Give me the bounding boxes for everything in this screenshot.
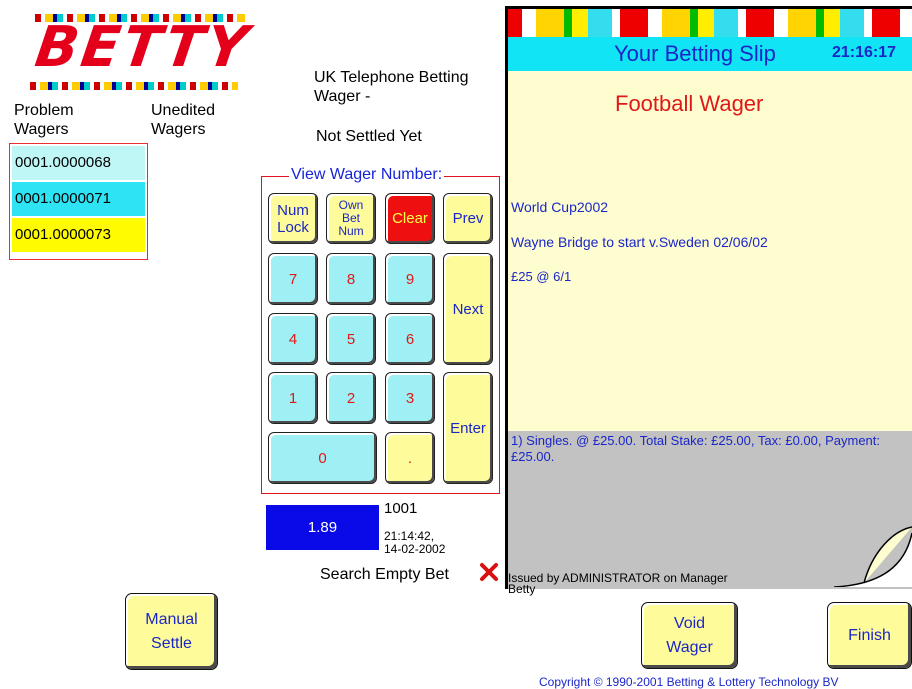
betty-logo: BETTY — [31, 15, 255, 80]
digit-4-key[interactable]: 4 — [268, 313, 318, 365]
issued-by-text: Issued by ADMINISTRATOR on Manager Betty — [508, 573, 728, 596]
problem-wagers-list: 0001.0000068 0001.0000071 0001.0000073 — [9, 143, 148, 260]
search-empty-bet-label: Search Empty Bet — [320, 566, 449, 583]
digit-7-key[interactable]: 7 — [268, 253, 318, 305]
slip-time: 21:16:17 — [832, 44, 897, 61]
digit-6-key[interactable]: 6 — [385, 313, 435, 365]
terminal-amount-display: 1.89 — [266, 505, 379, 550]
clear-key[interactable]: Clear — [385, 193, 435, 244]
digit-2-key[interactable]: 2 — [326, 372, 376, 424]
wager-list-item[interactable]: 0001.0000071 — [12, 182, 145, 216]
terminal-id: 1001 — [384, 500, 418, 517]
slip-summary-area: 1) Singles. @ £25.00. Total Stake: £25.0… — [508, 431, 912, 589]
slip-decorative-band — [508, 9, 912, 37]
num-lock-key[interactable]: Num Lock — [268, 193, 318, 244]
keypad-title: View Wager Number: — [289, 166, 445, 184]
betting-slip: Your Betting Slip 21:16:17 Football Wage… — [505, 6, 912, 589]
manual-settle-button[interactable]: Manual Settle — [125, 593, 218, 670]
digit-8-key[interactable]: 8 — [326, 253, 376, 305]
unedited-wagers-label: Unedited Wagers — [151, 102, 216, 138]
slip-event: World Cup2002 — [511, 199, 609, 215]
terminal-timestamp: 21:14:42, 14-02-2002 — [384, 529, 446, 556]
settlement-status: Not Settled Yet — [316, 128, 422, 145]
decimal-point-key[interactable]: . — [385, 432, 435, 484]
wager-type-title: UK Telephone Betting Wager - — [314, 69, 469, 105]
slip-heading: Football Wager — [615, 91, 764, 116]
void-wager-button[interactable]: Void Wager — [641, 602, 738, 669]
own-bet-num-key[interactable]: Own Bet Num — [326, 193, 376, 244]
logo-band-bottom — [30, 82, 238, 90]
close-icon[interactable] — [479, 562, 499, 582]
digit-9-key[interactable]: 9 — [385, 253, 435, 305]
problem-wagers-label: Problem Wagers — [14, 102, 74, 138]
slip-stake-odds: £25 @ 6/1 — [511, 269, 572, 284]
page-curl-icon — [834, 523, 912, 587]
digit-1-key[interactable]: 1 — [268, 372, 318, 424]
slip-selection: Wayne Bridge to start v.Sweden 02/06/02 — [511, 234, 768, 250]
next-key[interactable]: Next — [443, 253, 493, 365]
slip-title: Your Betting Slip — [614, 41, 776, 66]
prev-key[interactable]: Prev — [443, 193, 493, 244]
copyright-footer: Copyright © 1990-2001 Betting & Lottery … — [539, 675, 839, 689]
digit-5-key[interactable]: 5 — [326, 313, 376, 365]
wager-list-item[interactable]: 0001.0000073 — [12, 218, 145, 252]
slip-header: Your Betting Slip 21:16:17 — [508, 37, 912, 71]
slip-summary: 1) Singles. @ £25.00. Total Stake: £25.0… — [511, 433, 881, 464]
enter-key[interactable]: Enter — [443, 372, 493, 484]
finish-button[interactable]: Finish — [827, 602, 912, 669]
digit-0-key[interactable]: 0 — [268, 432, 377, 484]
digit-3-key[interactable]: 3 — [385, 372, 435, 424]
slip-body: Football Wager World Cup2002 Wayne Bridg… — [508, 71, 912, 431]
wager-list-item[interactable]: 0001.0000068 — [12, 146, 145, 180]
